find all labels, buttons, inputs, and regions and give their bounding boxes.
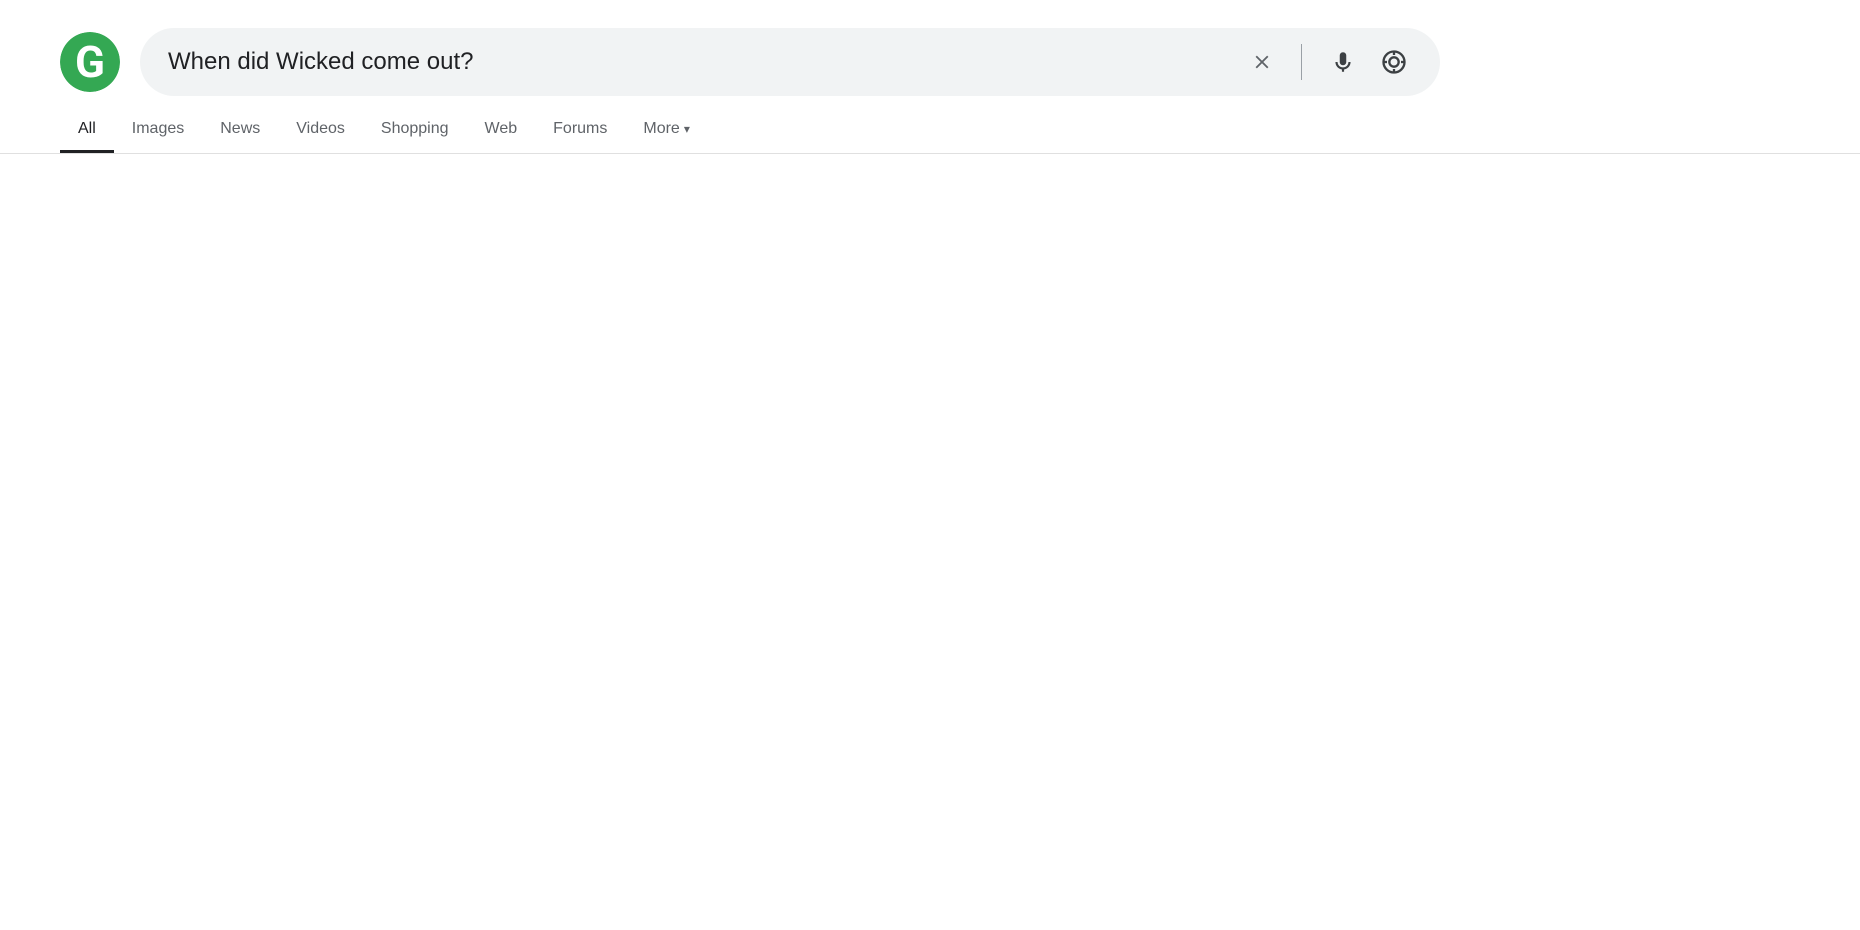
tab-news[interactable]: News bbox=[202, 108, 278, 153]
tab-more[interactable]: More ▾ bbox=[625, 108, 707, 153]
lens-icon bbox=[1380, 48, 1408, 76]
search-bar bbox=[140, 28, 1440, 96]
search-tabs: All Images News Videos Shopping Web Foru… bbox=[0, 108, 1860, 153]
google-g-icon: G bbox=[60, 32, 120, 92]
microphone-icon bbox=[1330, 49, 1356, 75]
tab-videos[interactable]: Videos bbox=[278, 108, 363, 153]
google-logo[interactable]: G bbox=[60, 32, 120, 92]
nav-divider bbox=[0, 153, 1860, 154]
tab-shopping[interactable]: Shopping bbox=[363, 108, 467, 153]
voice-search-button[interactable] bbox=[1326, 45, 1360, 79]
tab-web[interactable]: Web bbox=[467, 108, 536, 153]
search-input[interactable] bbox=[168, 48, 1231, 76]
header: G bbox=[0, 0, 1860, 96]
more-chevron-icon: ▾ bbox=[684, 122, 690, 136]
search-divider bbox=[1301, 44, 1302, 80]
tab-images[interactable]: Images bbox=[114, 108, 202, 153]
tab-forums[interactable]: Forums bbox=[535, 108, 625, 153]
tab-all[interactable]: All bbox=[60, 108, 114, 153]
clear-button[interactable] bbox=[1247, 47, 1277, 77]
clear-icon bbox=[1251, 51, 1273, 73]
google-lens-button[interactable] bbox=[1376, 44, 1412, 80]
